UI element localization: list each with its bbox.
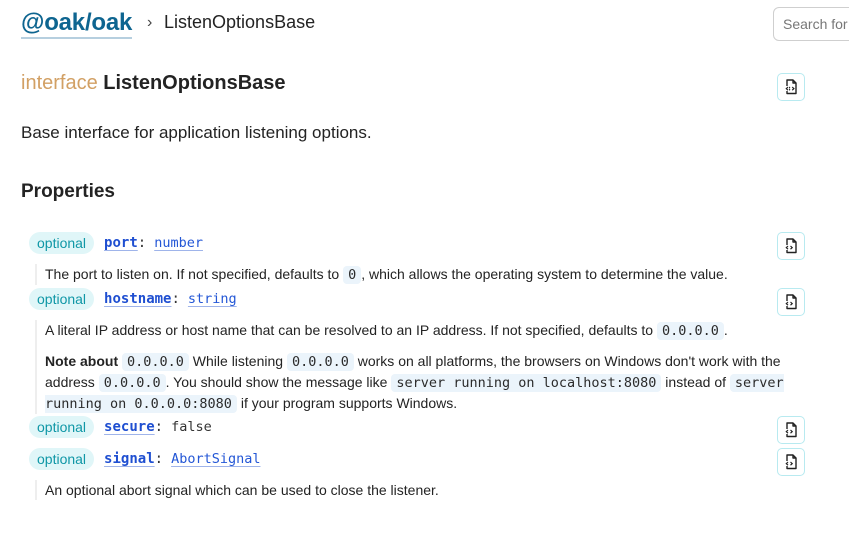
optional-badge: optional [29, 448, 95, 470]
breadcrumb-current: ListenOptionsBase [164, 12, 316, 32]
inline-code: 0.0.0.0 [656, 322, 724, 340]
interface-summary: Base interface for application listening… [21, 123, 372, 142]
property-type-link[interactable]: string [188, 291, 237, 307]
property-name-link[interactable]: port [104, 235, 138, 251]
property-type: false [171, 419, 212, 435]
top-bar: @oak/oak › ListenOptionsBase Search for [0, 0, 849, 48]
interface-keyword: interface [21, 72, 98, 94]
source-code-file-icon [785, 79, 797, 95]
doc-text: While listening [188, 353, 287, 369]
type-separator: : [137, 235, 147, 251]
property-doc: The port to listen on. If not specified,… [35, 264, 728, 285]
inline-code: 0 [343, 266, 362, 284]
view-source-button[interactable] [777, 416, 805, 444]
type-separator: : [171, 291, 180, 307]
doc-paragraph: Note about 0.0.0.0 While listening 0.0.0… [45, 351, 795, 414]
property-doc: A literal IP address or host name that c… [35, 320, 795, 414]
inline-code: 0.0.0.0 [122, 353, 189, 371]
property-name-link[interactable]: signal [104, 451, 155, 467]
package-link[interactable]: @oak/oak [21, 9, 132, 39]
source-code-file-icon [785, 422, 797, 438]
doc-text: An optional abort signal which can be us… [45, 482, 439, 498]
properties-heading: Properties [21, 181, 115, 202]
inline-code: server running on localhost:8080 [391, 374, 662, 392]
source-code-file-icon [785, 238, 797, 254]
doc-text: instead of [661, 374, 730, 390]
optional-badge: optional [29, 416, 95, 438]
property-type-link[interactable]: AbortSignal [171, 451, 260, 467]
inline-code: 0.0.0.0 [286, 353, 354, 371]
view-source-button[interactable] [777, 232, 805, 260]
doc-text: , which allows the operating system to d… [361, 266, 728, 282]
interface-name: ListenOptionsBase [103, 72, 286, 94]
doc-text: . You should show the message like [165, 374, 392, 390]
type-separator: : [154, 451, 164, 467]
property-doc: An optional abort signal which can be us… [35, 480, 439, 500]
view-source-button[interactable] [777, 288, 805, 316]
source-code-file-icon [785, 454, 797, 470]
source-code-file-icon [785, 294, 797, 310]
doc-paragraph: A literal IP address or host name that c… [45, 320, 795, 341]
view-source-button[interactable] [777, 448, 805, 476]
property-port: optional port : number [29, 231, 203, 255]
property-secure: optional secure : false [29, 415, 212, 439]
doc-text: A literal IP address or host name that c… [45, 322, 657, 338]
property-type-link[interactable]: number [154, 235, 203, 251]
doc-text: . [723, 322, 728, 338]
page-title: interface ListenOptionsBase [21, 72, 286, 95]
doc-text: if your program supports Windows. [236, 395, 458, 411]
breadcrumb-separator: › [147, 14, 153, 31]
property-hostname: optional hostname : string [29, 287, 237, 311]
property-signal: optional signal : AbortSignal [29, 447, 260, 471]
doc-text: The port to listen on. If not specified,… [45, 266, 344, 282]
optional-badge: optional [29, 288, 95, 310]
property-name-link[interactable]: hostname [104, 291, 171, 307]
property-name-link[interactable]: secure [104, 419, 155, 435]
search-input[interactable]: Search for [773, 7, 849, 41]
type-separator: : [154, 419, 164, 435]
doc-bold: Note about [45, 353, 119, 369]
view-source-button[interactable] [777, 73, 805, 101]
optional-badge: optional [29, 232, 95, 254]
inline-code: 0.0.0.0 [98, 374, 166, 392]
